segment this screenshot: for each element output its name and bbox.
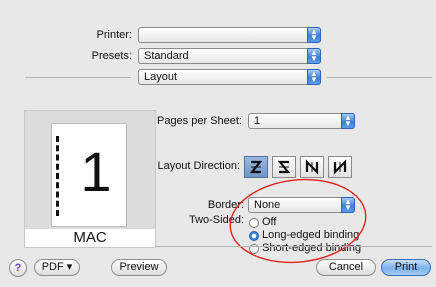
printer-popup[interactable]: ▲ ▼ — [138, 27, 321, 43]
printer-label: Printer: — [96, 29, 132, 41]
preview-caption: MAC — [25, 229, 155, 247]
layout-direction-label: Layout Direction: — [157, 160, 240, 172]
pdf-menu-button[interactable]: PDF ▾ — [34, 259, 80, 276]
presets-value: Standard — [144, 50, 189, 62]
pages-per-sheet-value: 1 — [254, 115, 261, 127]
panel-popup[interactable]: Layout ▲ ▼ — [138, 69, 321, 85]
bottom-separator — [155, 246, 432, 247]
presets-popup[interactable]: Standard ▲ ▼ — [138, 48, 321, 64]
separator-right — [327, 77, 432, 78]
preview-button[interactable]: Preview — [111, 259, 167, 276]
separator-left — [25, 77, 131, 78]
presets-label: Presets: — [91, 50, 132, 62]
pages-per-sheet-label: Pages per Sheet: — [156, 115, 242, 127]
preview-pane: 1 MAC — [24, 110, 156, 248]
popup-arrows-icon: ▲ ▼ — [307, 69, 321, 85]
help-button[interactable]: ? — [9, 259, 27, 277]
binding-edge-marker — [56, 136, 59, 216]
preview-page: 1 — [51, 123, 127, 227]
panel-value: Layout — [144, 71, 178, 83]
popup-arrows-icon: ▲ ▼ — [307, 48, 321, 64]
annotation-circle — [229, 178, 367, 264]
popup-arrows-icon: ▲ ▼ — [341, 113, 355, 129]
popup-arrows-icon: ▲ ▼ — [307, 27, 321, 43]
cancel-button[interactable]: Cancel — [316, 259, 376, 276]
direction-z-icon — [249, 160, 263, 174]
print-button[interactable]: Print — [381, 259, 431, 276]
pages-per-sheet-popup[interactable]: 1 ▲ ▼ — [248, 113, 355, 129]
preview-page-number: 1 — [80, 140, 112, 203]
direction-n-reverse-icon — [305, 159, 319, 175]
direction-s-icon — [277, 160, 291, 174]
direction-n-icon — [333, 159, 347, 175]
